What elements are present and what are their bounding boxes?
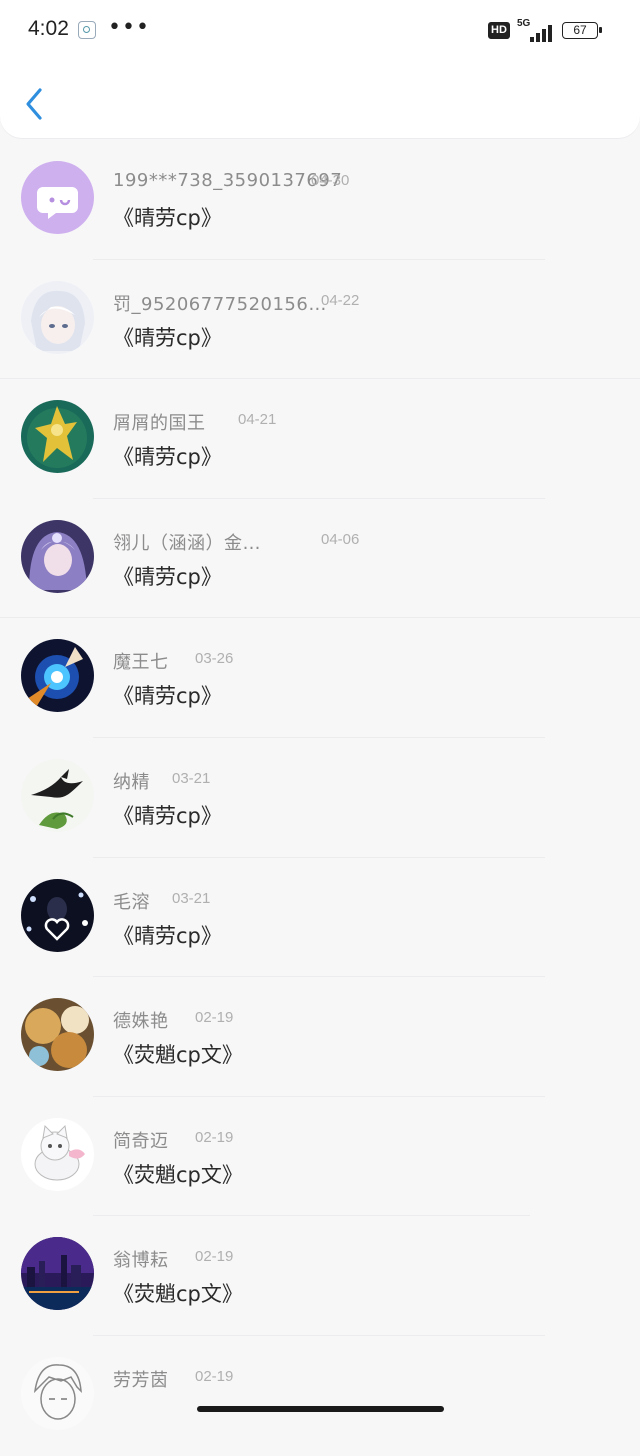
battery-icon: 67 (562, 22, 602, 39)
hd-voice-icon: HD (488, 22, 510, 39)
avatar[interactable] (21, 1237, 94, 1311)
list-item[interactable]: 199***738_3590137697 04-30 《晴劳cp》 (0, 140, 640, 260)
item-title[interactable]: 《荧魈cp文》 (113, 1278, 243, 1308)
swallow-bird-avatar (21, 758, 94, 832)
heart-lights-avatar (21, 878, 94, 952)
item-title[interactable]: 《荧魈cp文》 (113, 1039, 243, 1069)
message-list: 199***738_3590137697 04-30 《晴劳cp》 罚_9520677… (0, 140, 640, 1456)
timestamp: 04-22 (321, 291, 360, 309)
timestamp: 02-19 (195, 1128, 234, 1146)
back-button[interactable] (18, 84, 54, 124)
item-title[interactable]: 《荧魈cp文》 (113, 1159, 243, 1189)
top-bar: 4:02 ••• HD 5G 67 (0, 0, 640, 138)
timestamp: 03-21 (172, 769, 211, 787)
username[interactable]: 纳精 (113, 768, 150, 794)
avatar[interactable] (21, 639, 94, 713)
avatar[interactable] (21, 280, 94, 354)
avatar[interactable] (21, 878, 94, 952)
anime-girl-avatar (21, 519, 94, 593)
chevron-left-icon (26, 88, 42, 120)
list-item[interactable]: 罚_95206777520156… 04-22 《晴劳cp》 (0, 260, 640, 380)
sketch-boy-avatar (21, 1356, 94, 1430)
notification-app-icon (78, 21, 96, 39)
list-item[interactable]: 翁博耘 02-19 《荧魈cp文》 (0, 1216, 640, 1336)
status-bar: 4:02 ••• HD 5G 67 (0, 0, 640, 62)
home-indicator[interactable] (197, 1406, 444, 1412)
item-title[interactable]: 《晴劳cp》 (113, 561, 222, 591)
avatar[interactable] (21, 998, 94, 1072)
white-cat-avatar (21, 1117, 94, 1191)
username[interactable]: 199***738_3590137697 (113, 170, 342, 191)
list-item[interactable]: 屑屑的国王 04-21 《晴劳cp》 (0, 379, 640, 499)
avatar[interactable] (21, 1117, 94, 1191)
username[interactable]: 翁博耘 (113, 1246, 169, 1272)
list-item[interactable]: 毛溶 03-21 《晴劳cp》 (0, 858, 640, 978)
username[interactable]: 毛溶 (113, 888, 150, 914)
timestamp: 02-19 (195, 1248, 234, 1266)
list-item[interactable]: 劳芳茵 02-19 (0, 1336, 640, 1456)
chat-bubble-icon (21, 161, 94, 234)
timestamp: 03-26 (195, 650, 234, 668)
item-title[interactable]: 《晴劳cp》 (113, 800, 222, 830)
username[interactable]: 魔王七 (113, 648, 169, 674)
energy-orb-avatar (21, 639, 94, 713)
username[interactable]: 简奇迈 (113, 1127, 169, 1153)
list-item[interactable]: 魔王七 03-26 《晴劳cp》 (0, 618, 640, 738)
golden-warrior-avatar (21, 400, 94, 474)
avatar[interactable] (21, 400, 94, 474)
username[interactable]: 屑屑的国王 (113, 409, 206, 435)
item-title[interactable]: 《晴劳cp》 (113, 322, 222, 352)
status-time: 4:02 (28, 17, 69, 40)
timestamp: 04-06 (321, 530, 360, 548)
timestamp: 04-21 (238, 411, 277, 429)
timestamp: 02-19 (195, 1009, 234, 1027)
list-item[interactable]: 纳精 03-21 《晴劳cp》 (0, 738, 640, 858)
timestamp: 03-21 (172, 889, 211, 907)
food-avatar (21, 998, 94, 1072)
avatar[interactable] (21, 161, 94, 234)
signal-strength-icon (528, 22, 554, 42)
username[interactable]: 翎儿（涵涵）金… (113, 529, 261, 555)
list-item[interactable]: 简奇迈 02-19 《荧魈cp文》 (0, 1097, 640, 1217)
avatar[interactable] (21, 519, 94, 593)
avatar[interactable] (21, 758, 94, 832)
timestamp: 02-19 (195, 1367, 234, 1385)
list-item[interactable]: 翎儿（涵涵）金… 04-06 《晴劳cp》 (0, 499, 640, 619)
more-notifications-icon: ••• (108, 15, 150, 40)
city-night-avatar (21, 1237, 94, 1311)
item-title[interactable]: 《晴劳cp》 (113, 202, 222, 232)
timestamp: 04-30 (311, 172, 350, 189)
item-title[interactable]: 《晴劳cp》 (113, 441, 222, 471)
list-item[interactable]: 德姝艳 02-19 《荧魈cp文》 (0, 977, 640, 1097)
avatar[interactable] (21, 1356, 94, 1430)
username[interactable]: 罚_95206777520156… (113, 290, 327, 316)
username[interactable]: 劳芳茵 (113, 1366, 169, 1392)
username[interactable]: 德姝艳 (113, 1007, 169, 1033)
item-title[interactable]: 《晴劳cp》 (113, 920, 222, 950)
anime-white-hair-avatar (21, 280, 94, 354)
item-title[interactable]: 《晴劳cp》 (113, 680, 222, 710)
